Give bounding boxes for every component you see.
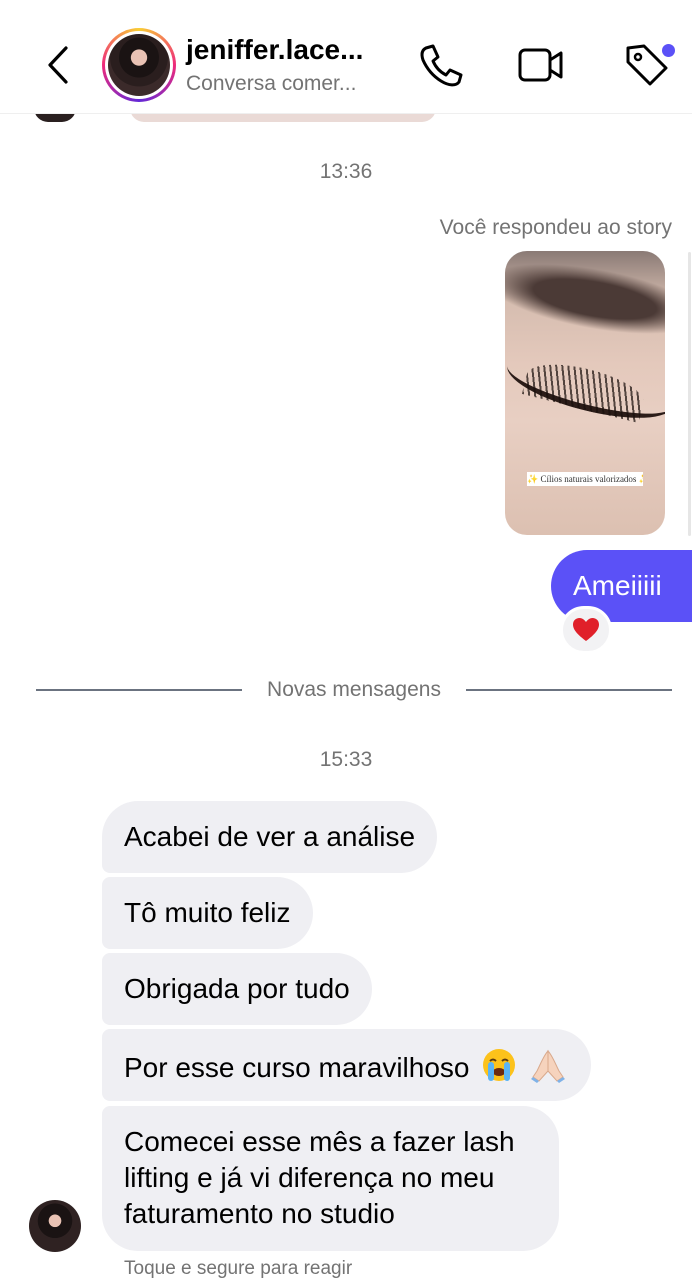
received-message-bubble[interactable]: Obrigada por tudo bbox=[102, 953, 372, 1025]
scrollbar[interactable] bbox=[688, 252, 691, 536]
red-heart-icon bbox=[573, 618, 599, 641]
phone-icon[interactable] bbox=[416, 40, 466, 90]
story-thumbnail[interactable]: ✨ Cílios naturais valorizados ✨ bbox=[505, 251, 665, 535]
received-message-bubble[interactable]: Comecei esse mês a fazer lash lifting e … bbox=[102, 1106, 559, 1251]
timestamp: 13:36 bbox=[319, 160, 373, 183]
video-camera-icon[interactable] bbox=[516, 40, 566, 90]
story-brow bbox=[505, 251, 665, 348]
story-caption: ✨ Cílios naturais valorizados ✨ bbox=[527, 472, 643, 486]
message-text: Por esse curso maravilhoso bbox=[124, 1051, 470, 1083]
timestamp: 15:33 bbox=[319, 748, 373, 771]
contact-subtitle[interactable]: Conversa comer... bbox=[186, 72, 356, 96]
story-reply-label: Você respondeu ao story bbox=[439, 216, 672, 239]
folded-hands-emoji-icon bbox=[529, 1047, 567, 1092]
received-message-bubble[interactable]: Tô muito feliz bbox=[102, 877, 313, 949]
contact-username[interactable]: jeniffer.lace... bbox=[186, 34, 363, 66]
received-message-bubble[interactable]: Acabei de ver a análise bbox=[102, 801, 438, 873]
chat-header: jeniffer.lace... Conversa comer... bbox=[0, 0, 692, 114]
heart-reaction[interactable] bbox=[560, 606, 612, 654]
new-messages-divider: Novas mensagens bbox=[36, 678, 672, 702]
crying-face-emoji-icon bbox=[481, 1047, 517, 1092]
back-chevron-icon[interactable] bbox=[40, 40, 80, 90]
contact-avatar[interactable] bbox=[102, 28, 176, 102]
divider-line-right bbox=[466, 689, 672, 691]
sender-avatar[interactable] bbox=[29, 1200, 81, 1252]
received-message-bubble[interactable]: Por esse curso maravilhoso bbox=[102, 1029, 592, 1101]
reaction-hint: Toque e segure para reagir bbox=[124, 1258, 353, 1279]
avatar-photo bbox=[108, 34, 170, 96]
notification-dot bbox=[662, 44, 675, 57]
